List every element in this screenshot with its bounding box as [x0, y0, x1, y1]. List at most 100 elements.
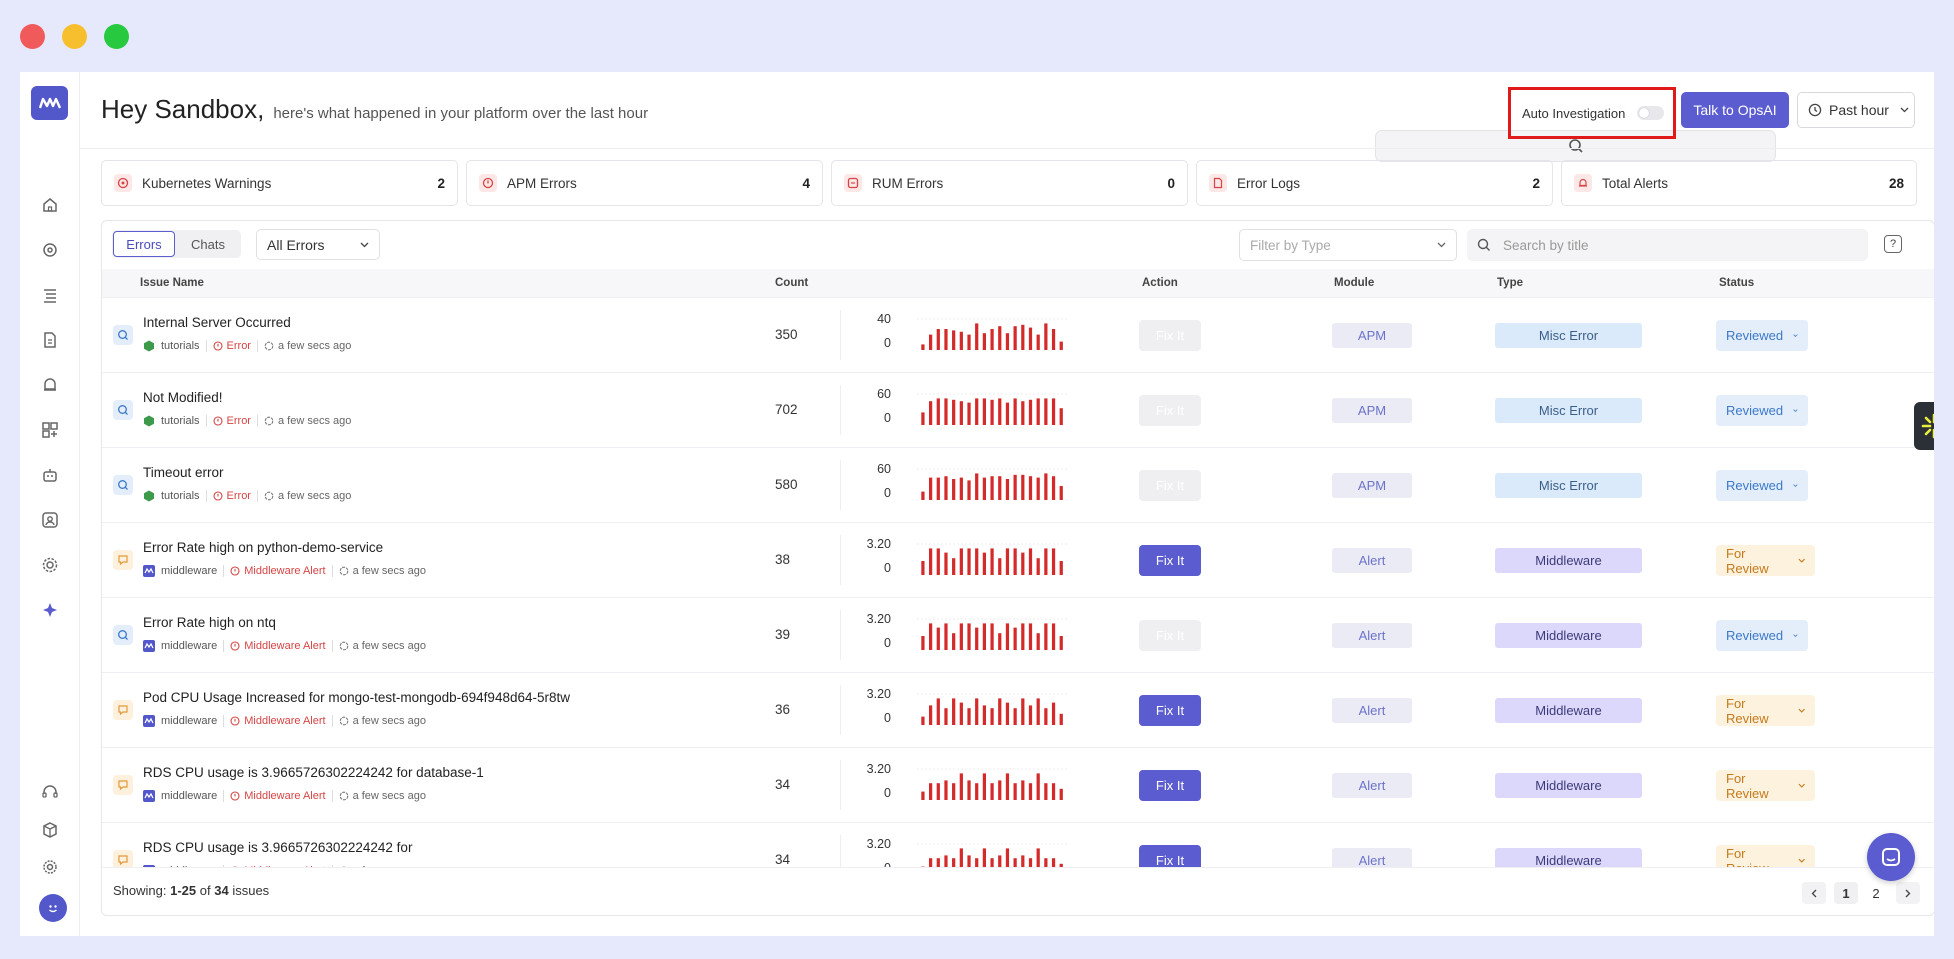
chat-launcher-button[interactable] — [1867, 833, 1915, 881]
page-2-button[interactable]: 2 — [1864, 882, 1888, 904]
sparkline-bar — [998, 398, 1002, 425]
status-dropdown[interactable]: For Review — [1716, 545, 1815, 576]
fix-it-button[interactable]: Fix It — [1139, 770, 1201, 801]
sparkline-bar — [982, 552, 987, 575]
sparkline-bar — [1044, 323, 1048, 350]
sparkline-bar — [1036, 398, 1040, 425]
table-row[interactable]: Pod CPU Usage Increased for mongo-test-m… — [102, 672, 1934, 747]
issue-name[interactable]: Internal Server Occurred — [143, 315, 291, 330]
meta-divider — [331, 565, 333, 577]
dashboard-icon[interactable] — [31, 412, 69, 448]
minimize-window-button[interactable] — [62, 24, 87, 49]
table-row[interactable]: RDS CPU usage is 3.9665726302224242 for … — [102, 747, 1934, 822]
issue-name[interactable]: RDS CPU usage is 3.9665726302224242 for — [143, 840, 412, 855]
column-status[interactable]: Status — [1719, 277, 1754, 289]
issue-count: 38 — [775, 552, 791, 567]
maximize-window-button[interactable] — [104, 24, 129, 49]
meta-divider — [223, 565, 225, 577]
issue-name[interactable]: Error Rate high on python-demo-service — [143, 540, 383, 555]
table-row[interactable]: Internal Server Occurred tutorials Error a … — [102, 297, 1934, 372]
auto-investigation-toggle[interactable]: Auto Investigation — [1508, 87, 1676, 139]
logs-icon[interactable] — [31, 277, 69, 313]
table-row[interactable]: Timeout error tutorials Error a few secs ag… — [102, 447, 1934, 522]
sparkline-bar — [1013, 783, 1017, 800]
sparkline-bar — [928, 477, 933, 500]
table-row[interactable]: Error Rate high on python-demo-service mi… — [102, 522, 1934, 597]
issue-name[interactable]: Pod CPU Usage Increased for mongo-test-m… — [143, 690, 570, 705]
status-dropdown[interactable]: For Review — [1716, 695, 1815, 726]
page-1-button[interactable]: 1 — [1834, 882, 1858, 904]
sparkline-bar — [959, 331, 963, 350]
package-icon[interactable] — [31, 812, 69, 848]
time-range-label: Past hour — [1829, 102, 1889, 118]
close-window-button[interactable] — [20, 24, 45, 49]
time-range-dropdown[interactable]: Past hour — [1797, 92, 1915, 128]
sparkline-bar — [998, 326, 1002, 350]
fix-it-button[interactable]: Fix It — [1139, 395, 1201, 426]
help-icon[interactable]: ? — [1884, 235, 1902, 253]
issue-name[interactable]: RDS CPU usage is 3.9665726302224242 for … — [143, 765, 484, 780]
status-dropdown[interactable]: Reviewed — [1716, 320, 1808, 351]
issue-count: 34 — [775, 852, 791, 867]
stat-kubernetes-warnings[interactable]: Kubernetes Warnings 2 — [101, 160, 458, 206]
issue-name[interactable]: Error Rate high on ntq — [143, 615, 276, 630]
ai-sparkle-icon[interactable] — [31, 592, 69, 628]
support-headset-icon[interactable] — [31, 774, 69, 810]
status-dropdown[interactable]: Reviewed — [1716, 620, 1808, 651]
status-dropdown[interactable]: Reviewed — [1716, 395, 1808, 426]
module-badge: Alert — [1332, 623, 1412, 648]
stat-total-alerts[interactable]: Total Alerts 28 — [1561, 160, 1917, 206]
toggle-switch[interactable] — [1637, 106, 1665, 120]
errors-filter-dropdown[interactable]: All Errors — [256, 229, 380, 260]
stat-error-logs[interactable]: Error Logs 2 — [1196, 160, 1553, 206]
settings-gear-icon[interactable] — [31, 547, 69, 583]
stat-rum-errors[interactable]: RUM Errors 0 — [831, 160, 1188, 206]
feedback-side-tab[interactable] — [1914, 402, 1934, 450]
alerts-icon[interactable] — [31, 367, 69, 403]
column-action: Action — [1142, 277, 1178, 289]
fix-it-button[interactable]: Fix It — [1139, 320, 1201, 351]
sparkline-bar — [952, 479, 956, 500]
chevron-down-icon — [1900, 107, 1909, 113]
home-icon[interactable] — [31, 187, 69, 223]
issue-name[interactable]: Not Modified! — [143, 390, 223, 405]
search-input[interactable]: Search by title — [1467, 229, 1868, 261]
page-title: Hey Sandbox, — [101, 94, 265, 124]
sparkline-bar — [1021, 552, 1025, 575]
settings-icon[interactable] — [31, 849, 69, 885]
document-icon[interactable] — [31, 322, 69, 358]
tab-chats[interactable]: Chats — [176, 231, 240, 257]
user-avatar[interactable] — [39, 894, 67, 922]
sparkline-bar — [1028, 399, 1033, 425]
fix-it-button[interactable]: Fix It — [1139, 620, 1201, 651]
column-issue-name[interactable]: Issue Name — [140, 277, 204, 289]
column-module[interactable]: Module — [1334, 277, 1374, 289]
talk-to-opsai-button[interactable]: Talk to OpsAI — [1681, 92, 1789, 128]
status-dropdown[interactable]: For Review — [1716, 770, 1815, 801]
fix-it-button[interactable]: Fix It — [1139, 695, 1201, 726]
service-name: tutorials — [161, 340, 200, 352]
fix-it-button[interactable]: Fix It — [1139, 545, 1201, 576]
column-count[interactable]: Count — [775, 277, 808, 289]
prev-page-button[interactable] — [1802, 882, 1826, 904]
table-row[interactable]: Not Modified! tutorials Error a few secs ag… — [102, 372, 1934, 447]
stat-apm-errors[interactable]: APM Errors 4 — [466, 160, 823, 206]
tab-errors[interactable]: Errors — [113, 231, 175, 257]
robot-icon[interactable] — [31, 457, 69, 493]
app-logo[interactable] — [31, 86, 68, 120]
chevron-down-icon — [1798, 783, 1805, 788]
sparkline-bar — [1013, 474, 1017, 500]
issue-name[interactable]: Timeout error — [143, 465, 224, 480]
column-type[interactable]: Type — [1497, 277, 1523, 289]
infrastructure-icon[interactable] — [31, 232, 69, 268]
type-filter-dropdown[interactable]: Filter by Type — [1239, 229, 1457, 261]
user-monitoring-icon[interactable] — [31, 502, 69, 538]
fix-it-button[interactable]: Fix It — [1139, 470, 1201, 501]
sparkline-bar — [1044, 783, 1048, 800]
status-dropdown[interactable]: Reviewed — [1716, 470, 1808, 501]
sparkline-bar — [928, 623, 933, 650]
chevron-down-icon — [1437, 242, 1446, 248]
next-page-button[interactable] — [1896, 882, 1920, 904]
table-row[interactable]: Error Rate high on ntq middleware Middlewa… — [102, 597, 1934, 672]
service-name: middleware — [161, 565, 218, 577]
